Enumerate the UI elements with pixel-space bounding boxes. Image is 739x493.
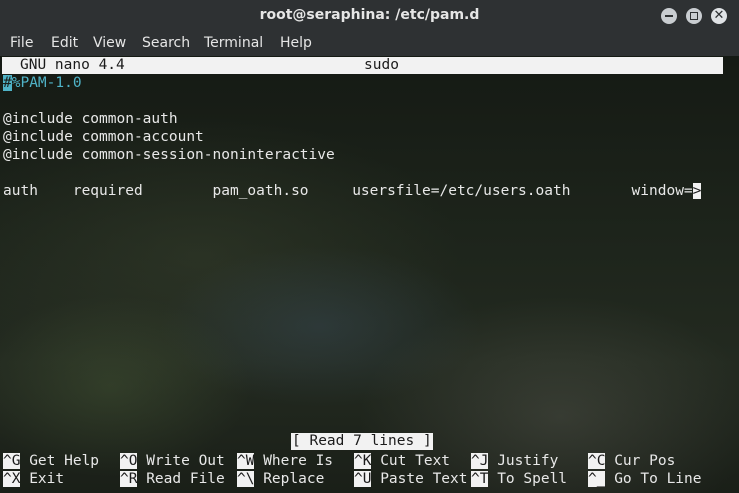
- nano-version: GNU nano 4.4: [20, 57, 125, 73]
- close-button[interactable]: ✕: [711, 8, 727, 24]
- terminal-window: root@seraphina: /etc/pam.d ✕ File Edit V…: [0, 0, 739, 493]
- minimize-icon: [665, 15, 673, 17]
- maximize-button[interactable]: [686, 8, 702, 24]
- menu-terminal[interactable]: Terminal: [204, 35, 263, 51]
- menu-bar: File Edit View Search Terminal Help: [0, 32, 739, 56]
- menu-help[interactable]: Help: [280, 35, 312, 51]
- shortcut-paste-text[interactable]: ^U Paste Text: [354, 470, 468, 488]
- editor-line-4[interactable]: @include common-account: [3, 128, 204, 146]
- nano-header-bar: GNU nano 4.4 sudo: [2, 57, 723, 74]
- title-bar[interactable]: root@seraphina: /etc/pam.d ✕: [0, 0, 739, 32]
- shortcut-cur-pos[interactable]: ^C Cur Pos: [588, 452, 675, 470]
- shortcut-go-to-line[interactable]: ^_ Go To Line: [588, 470, 702, 488]
- editor-line-1[interactable]: #%PAM-1.0: [3, 74, 82, 92]
- shortcut-read-file[interactable]: ^R Read File: [120, 470, 225, 488]
- nano-filename: sudo: [364, 57, 399, 73]
- window-title: root@seraphina: /etc/pam.d: [259, 7, 480, 23]
- text-cursor: #: [3, 75, 12, 91]
- menu-view[interactable]: View: [93, 35, 126, 51]
- line-overflow-indicator: >: [692, 183, 702, 199]
- editor-line-5[interactable]: @include common-session-noninteractive: [3, 146, 335, 164]
- editor-line-7[interactable]: auth required pam_oath.so usersfile=/etc…: [3, 182, 702, 200]
- minimize-button[interactable]: [661, 8, 677, 24]
- shortcut-where-is[interactable]: ^W Where Is: [237, 452, 333, 470]
- menu-file[interactable]: File: [10, 35, 33, 51]
- close-icon: ✕: [713, 8, 725, 23]
- pam-comment: %PAM-1.0: [11, 75, 82, 91]
- window-controls: ✕: [661, 8, 727, 24]
- status-message: [ Read 7 lines ]: [291, 433, 433, 450]
- shortcut-exit[interactable]: ^X Exit: [3, 470, 64, 488]
- menu-edit[interactable]: Edit: [51, 35, 78, 51]
- terminal-area[interactable]: GNU nano 4.4 sudo #%PAM-1.0 @include com…: [0, 56, 739, 493]
- shortcut-write-out[interactable]: ^O Write Out: [120, 452, 225, 470]
- menu-search[interactable]: Search: [142, 35, 190, 51]
- shortcut-replace[interactable]: ^\ Replace: [237, 470, 324, 488]
- editor-line-3[interactable]: @include common-auth: [3, 110, 178, 128]
- shortcut-get-help[interactable]: ^G Get Help: [3, 452, 99, 470]
- shortcut-justify[interactable]: ^J Justify: [471, 452, 558, 470]
- shortcut-to-spell[interactable]: ^T To Spell: [471, 470, 567, 488]
- shortcut-cut-text[interactable]: ^K Cut Text: [354, 452, 450, 470]
- auth-line-text: auth required pam_oath.so usersfile=/etc…: [3, 183, 693, 199]
- maximize-icon: [690, 12, 698, 20]
